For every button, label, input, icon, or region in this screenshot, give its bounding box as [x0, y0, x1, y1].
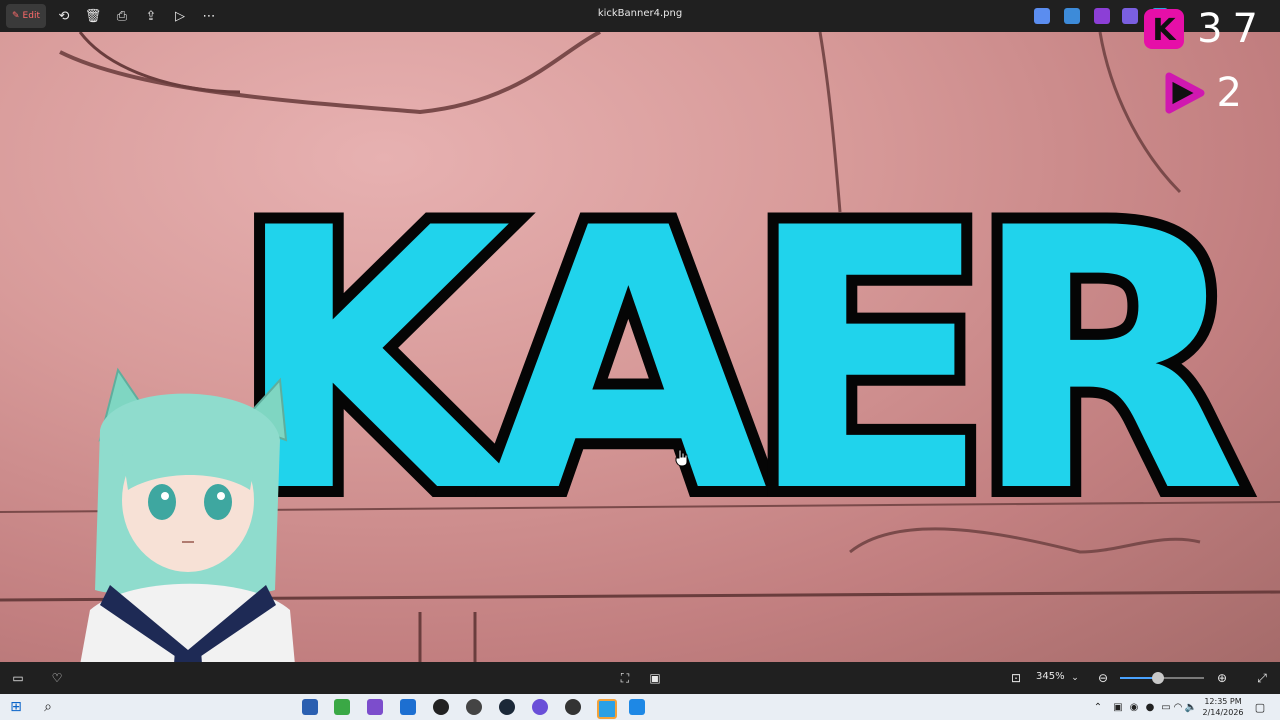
hand-cursor-icon: [675, 449, 689, 471]
fullscreen-frame-icon[interactable]: ⊡: [1006, 668, 1026, 688]
app-icon[interactable]: [466, 699, 482, 715]
banner-title: KAER: [221, 152, 1258, 571]
filmstrip-icon[interactable]: ▭: [8, 668, 28, 688]
notification-icon[interactable]: ▢: [1252, 697, 1268, 717]
app-icon[interactable]: [532, 699, 548, 715]
app-icon[interactable]: [400, 699, 416, 715]
app-icon[interactable]: [433, 699, 449, 715]
edit-icon: ✎: [12, 11, 20, 21]
photos-app-icon[interactable]: [597, 699, 617, 719]
play-icon: [1165, 72, 1205, 114]
tray-icon[interactable]: ●: [1142, 697, 1158, 717]
followers-count: 37: [1197, 6, 1268, 52]
expand-icon[interactable]: ⤢: [1252, 668, 1272, 688]
tray-icon[interactable]: ◉: [1126, 697, 1142, 717]
zoom-level[interactable]: 345%: [1036, 671, 1065, 682]
viewers-counter: 2: [1161, 70, 1242, 116]
zoom-slider[interactable]: [1120, 672, 1204, 684]
tray-icon[interactable]: ▣: [1110, 697, 1126, 717]
search-icon[interactable]: ⌕: [38, 697, 58, 717]
rotate-icon[interactable]: ⟲: [54, 4, 74, 28]
chevron-up-icon[interactable]: ⌃: [1090, 697, 1106, 717]
zoom-in-icon[interactable]: ⊕: [1212, 668, 1232, 688]
kick-logo-icon: K: [1144, 9, 1185, 49]
windows-taskbar: ⊞ ⌕ ⌃ ▣ ◉ ● ▭ ◠ 🔈 12:35 PM 2/14/2026 ▢: [0, 694, 1280, 720]
app-icon[interactable]: [334, 699, 350, 715]
copilot-icon[interactable]: [1034, 8, 1050, 24]
more-icon[interactable]: ⋯: [199, 4, 219, 28]
app-icon[interactable]: [367, 699, 383, 715]
app-icon[interactable]: [1064, 8, 1080, 24]
windows-start-icon[interactable]: ⊞: [6, 697, 26, 717]
zoom-out-icon[interactable]: ⊖: [1093, 668, 1113, 688]
app-icon[interactable]: [1094, 8, 1110, 24]
fit-icon[interactable]: ▣: [645, 668, 665, 688]
file-name: kickBanner4.png: [597, 8, 683, 19]
actual-size-icon[interactable]: ⛶: [615, 668, 635, 688]
steam-icon[interactable]: [499, 699, 515, 715]
share-icon[interactable]: ⇪: [141, 4, 161, 28]
photos-toolbar: ✎ Edit ⟲ 🗑 ⎙ ⇪ ▷ ⋯ kickBanner4.png: [0, 0, 1280, 32]
taskbar-clock[interactable]: 12:35 PM 2/14/2026: [1196, 696, 1250, 718]
app-icon[interactable]: [1122, 8, 1138, 24]
photos-bottom-bar: ▭ ♡ ⛶ ▣ ⊡ 345% ⌄ ⊖ ⊕ ⤢: [0, 662, 1280, 694]
edit-button[interactable]: ✎ Edit: [6, 4, 46, 28]
favorite-icon[interactable]: ♡: [47, 668, 67, 688]
wifi-icon[interactable]: ◠: [1172, 697, 1184, 717]
app-icon[interactable]: [302, 699, 318, 715]
clock-date: 2/14/2026: [1202, 708, 1244, 717]
zoom-slider-thumb[interactable]: [1151, 672, 1164, 684]
clock-time: 12:35 PM: [1204, 697, 1242, 706]
svg-text:K: K: [1152, 13, 1177, 48]
followers-counter: K 37: [1141, 6, 1268, 52]
app-icon[interactable]: [565, 699, 581, 715]
edit-label: Edit: [22, 11, 40, 21]
chevron-down-icon[interactable]: ⌄: [1068, 668, 1082, 688]
print-icon[interactable]: ⎙: [112, 4, 132, 28]
viewers-count: 2: [1216, 70, 1242, 116]
photos-icon[interactable]: [629, 699, 645, 715]
slideshow-icon[interactable]: ▷: [170, 4, 190, 28]
delete-icon[interactable]: 🗑: [83, 4, 103, 28]
